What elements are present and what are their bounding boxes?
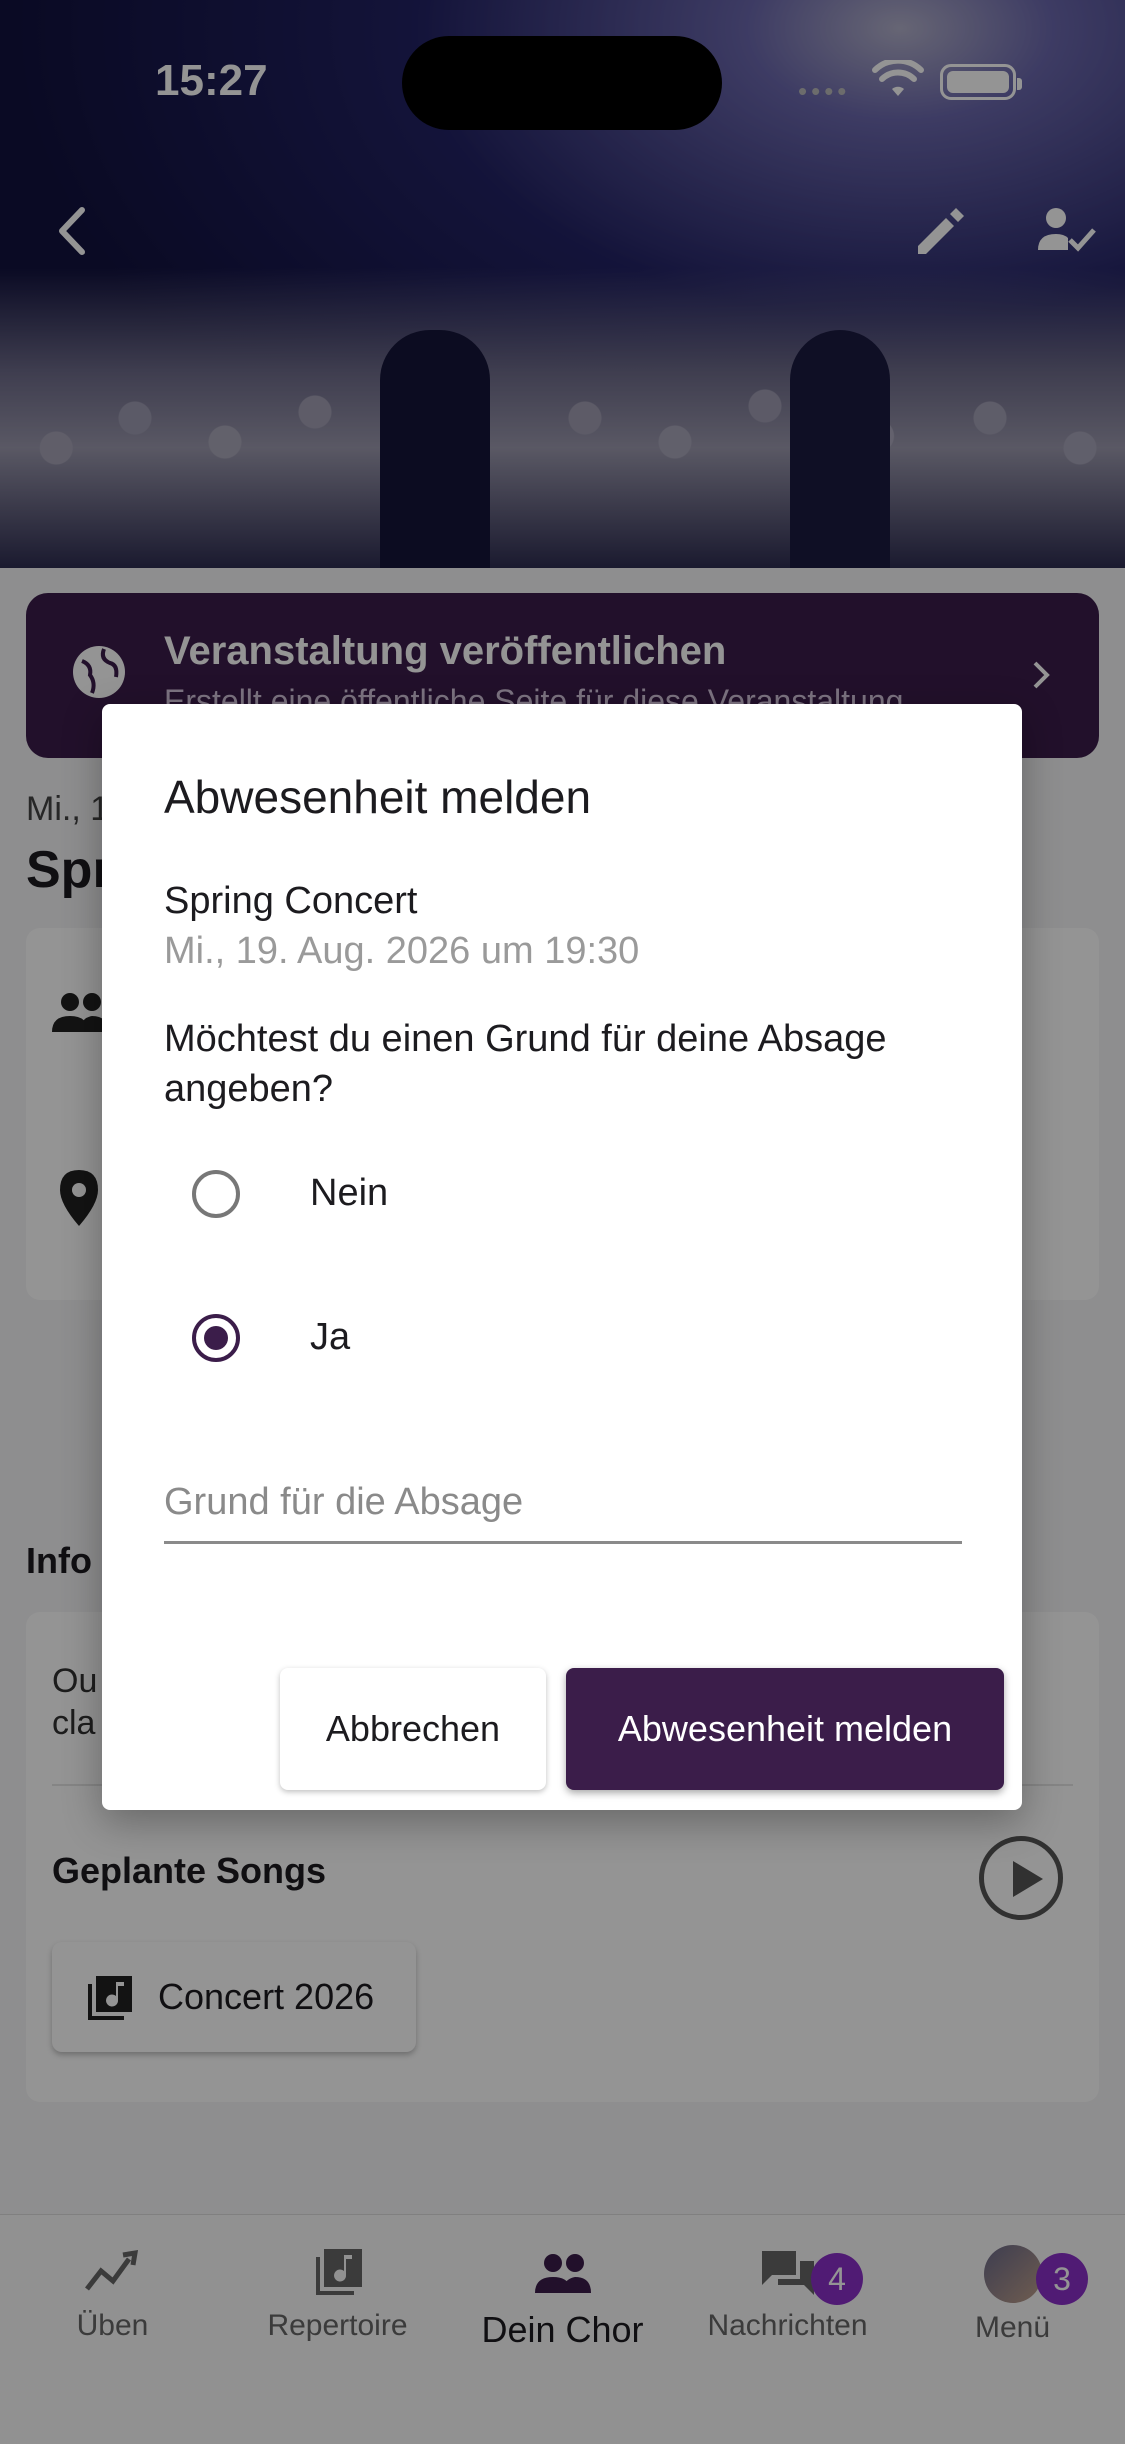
radio-label: Ja [310,1316,351,1358]
dialog-event-name: Spring Concert [164,880,418,922]
absence-dialog: Abwesenheit melden Spring Concert Mi., 1… [102,704,1022,1810]
radio-option-ja[interactable]: Ja [164,1288,564,1388]
reason-input[interactable] [164,1464,962,1544]
report-absence-button[interactable]: Abwesenheit melden [566,1668,1004,1790]
dialog-question: Möchtest du einen Grund für deine Absage… [164,1018,887,1110]
dialog-title: Abwesenheit melden [164,771,592,823]
radio-option-nein[interactable]: Nein [164,1144,564,1244]
radio-button[interactable] [192,1314,240,1362]
radio-label: Nein [310,1172,389,1214]
radio-button[interactable] [192,1170,240,1218]
cancel-button[interactable]: Abbrechen [280,1668,546,1790]
dialog-event-datetime: Mi., 19. Aug. 2026 um 19:30 [164,930,640,972]
